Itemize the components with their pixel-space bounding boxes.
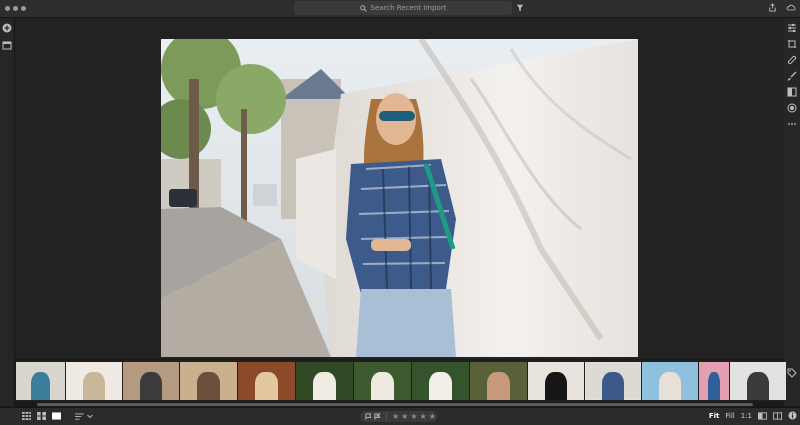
sort-button[interactable] (75, 412, 93, 420)
search-icon (359, 4, 367, 12)
filmstrip-thumbnail[interactable] (412, 362, 469, 400)
crop-rotate-icon[interactable] (787, 39, 797, 49)
linear-gradient-icon[interactable] (787, 87, 797, 97)
more-icon[interactable] (787, 119, 797, 129)
top-bar: Search Recent Import (0, 0, 800, 18)
filmstrip (15, 360, 786, 402)
filmstrip-thumbnail[interactable] (730, 362, 786, 400)
filmstrip-thumbnail[interactable] (354, 362, 411, 400)
square-grid-icon[interactable] (37, 412, 46, 420)
thumbnail-subject (255, 371, 278, 400)
rating-star-4[interactable]: ★ (420, 412, 427, 421)
window-controls (5, 6, 26, 11)
rating-star-3[interactable]: ★ (410, 412, 417, 421)
divider (386, 412, 387, 421)
thumbnail-subject (82, 371, 106, 400)
filmstrip-thumbnail[interactable] (16, 362, 65, 400)
sort-icon (75, 412, 84, 420)
compare-icon[interactable] (758, 411, 767, 420)
main-photo[interactable] (161, 39, 638, 357)
share-icon[interactable] (768, 3, 777, 12)
edit-sliders-icon[interactable] (787, 23, 797, 33)
healing-icon[interactable] (787, 55, 797, 65)
bottom-bar: ★ ★ ★ ★ ★ Fit Fill 1:1 (0, 407, 800, 425)
brush-icon[interactable] (787, 71, 797, 81)
window-minimize-button[interactable] (13, 6, 18, 11)
filmstrip-thumbnail[interactable] (470, 362, 527, 400)
thumbnail-subject (371, 371, 394, 400)
right-panel (783, 18, 800, 406)
detail-view-icon[interactable] (52, 412, 61, 420)
filmstrip-thumbnail[interactable] (699, 362, 729, 400)
zoom-fill-button[interactable]: Fill (725, 412, 734, 420)
add-icon[interactable] (2, 23, 12, 33)
search-placeholder: Search Recent Import (370, 4, 447, 12)
rating-star-5[interactable]: ★ (429, 412, 436, 421)
rating-star-1[interactable]: ★ (392, 412, 399, 421)
filmstrip-thumbnail[interactable] (528, 362, 584, 400)
thumbnail-subject (487, 371, 510, 400)
filmstrip-thumbnail[interactable] (238, 362, 295, 400)
zoom-1to1-button[interactable]: 1:1 (741, 412, 752, 420)
filmstrip-scroll-thumb[interactable] (37, 403, 753, 406)
thumbnail-subject (658, 371, 682, 400)
info-icon[interactable] (788, 411, 797, 420)
zoom-fit-button[interactable]: Fit (709, 412, 720, 420)
thumbnail-subject (544, 371, 568, 400)
cloud-sync-icon[interactable] (786, 3, 796, 12)
filmstrip-thumbnail[interactable] (66, 362, 122, 400)
pick-flag-icon[interactable] (365, 413, 372, 420)
thumbnail-subject (139, 371, 163, 400)
rating-star-2[interactable]: ★ (401, 412, 408, 421)
chevron-down-icon (87, 414, 93, 418)
split-view-icon[interactable] (773, 411, 782, 420)
thumbnail-subject (708, 371, 720, 400)
filmstrip-thumbnail[interactable] (180, 362, 237, 400)
thumbnail-subject (197, 371, 220, 400)
thumbnail-subject (429, 371, 452, 400)
flag-rating-group: ★ ★ ★ ★ ★ (360, 411, 437, 422)
thumbnail-subject (601, 371, 625, 400)
thumbnail-subject (30, 371, 51, 400)
grid-view-icon[interactable] (22, 412, 31, 420)
thumbnail-subject (746, 371, 770, 400)
filmstrip-thumbnail[interactable] (585, 362, 641, 400)
window-maximize-button[interactable] (21, 6, 26, 11)
library-icon[interactable] (2, 40, 12, 50)
main-photo-image (161, 39, 638, 357)
filmstrip-thumbnail[interactable] (123, 362, 179, 400)
filmstrip-thumbnail[interactable] (642, 362, 698, 400)
filter-icon[interactable] (516, 4, 524, 12)
search-input[interactable]: Search Recent Import (294, 1, 512, 15)
radial-gradient-icon[interactable] (787, 103, 797, 113)
reject-flag-icon[interactable] (374, 413, 381, 420)
window-close-button[interactable] (5, 6, 10, 11)
filmstrip-thumbnail[interactable] (296, 362, 353, 400)
left-panel (0, 18, 15, 406)
thumbnail-subject (313, 371, 336, 400)
keywords-tag-icon[interactable] (787, 368, 797, 378)
